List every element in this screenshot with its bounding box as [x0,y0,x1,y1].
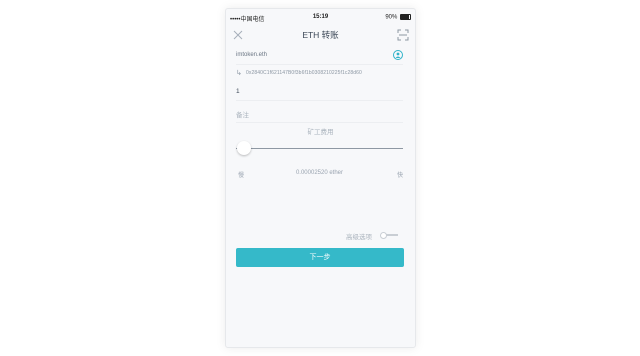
nav-bar: ETH 转账 [226,25,415,45]
receiver-value: imtoken.eth [236,52,268,58]
advanced-options-toggle[interactable] [380,232,398,239]
battery-percent: 90% [385,14,398,21]
redirect-arrow-icon: ↳ [236,70,242,77]
advanced-options-label: 高级选项 [346,234,372,241]
status-bar: •••••中国电信 15:19 90% [226,9,415,25]
amount-value: 1 [236,88,240,95]
status-right: 90% [385,14,411,21]
page-title: ETH 转账 [302,30,339,40]
memo-placeholder: 备注 [236,112,249,119]
battery-icon [400,14,411,20]
fee-slider-thumb[interactable] [237,141,252,155]
advanced-options: 高级选项 [346,229,406,241]
next-button[interactable]: 下一步 [236,248,404,267]
contact-icon[interactable] [393,50,403,60]
fee-row: 慢 0.00002520 ether 快 [236,170,403,180]
scan-icon[interactable] [397,28,409,41]
memo-field[interactable]: 备注 [236,104,403,123]
fee-slider[interactable] [236,141,403,159]
receiver-field[interactable]: imtoken.eth [236,47,403,65]
amount-field[interactable]: 1 [236,82,403,101]
fee-amount: 0.00002520 ether [295,170,344,176]
fee-fast-label: 快 [396,173,403,179]
phone-screen: •••••中国电信 15:19 90% ETH 转账 imtoken.eth ↳… [225,8,416,348]
resolved-address-row: ↳ 0x2840C1f621147B0f3b6f1b0308210225f1c2… [236,67,403,79]
fee-label: 矿工费用 [307,129,334,136]
resolved-address: 0x2840C1f621147B0f3b6f1b0308210225f1c28d… [246,70,362,76]
fee-slider-track [236,148,403,149]
